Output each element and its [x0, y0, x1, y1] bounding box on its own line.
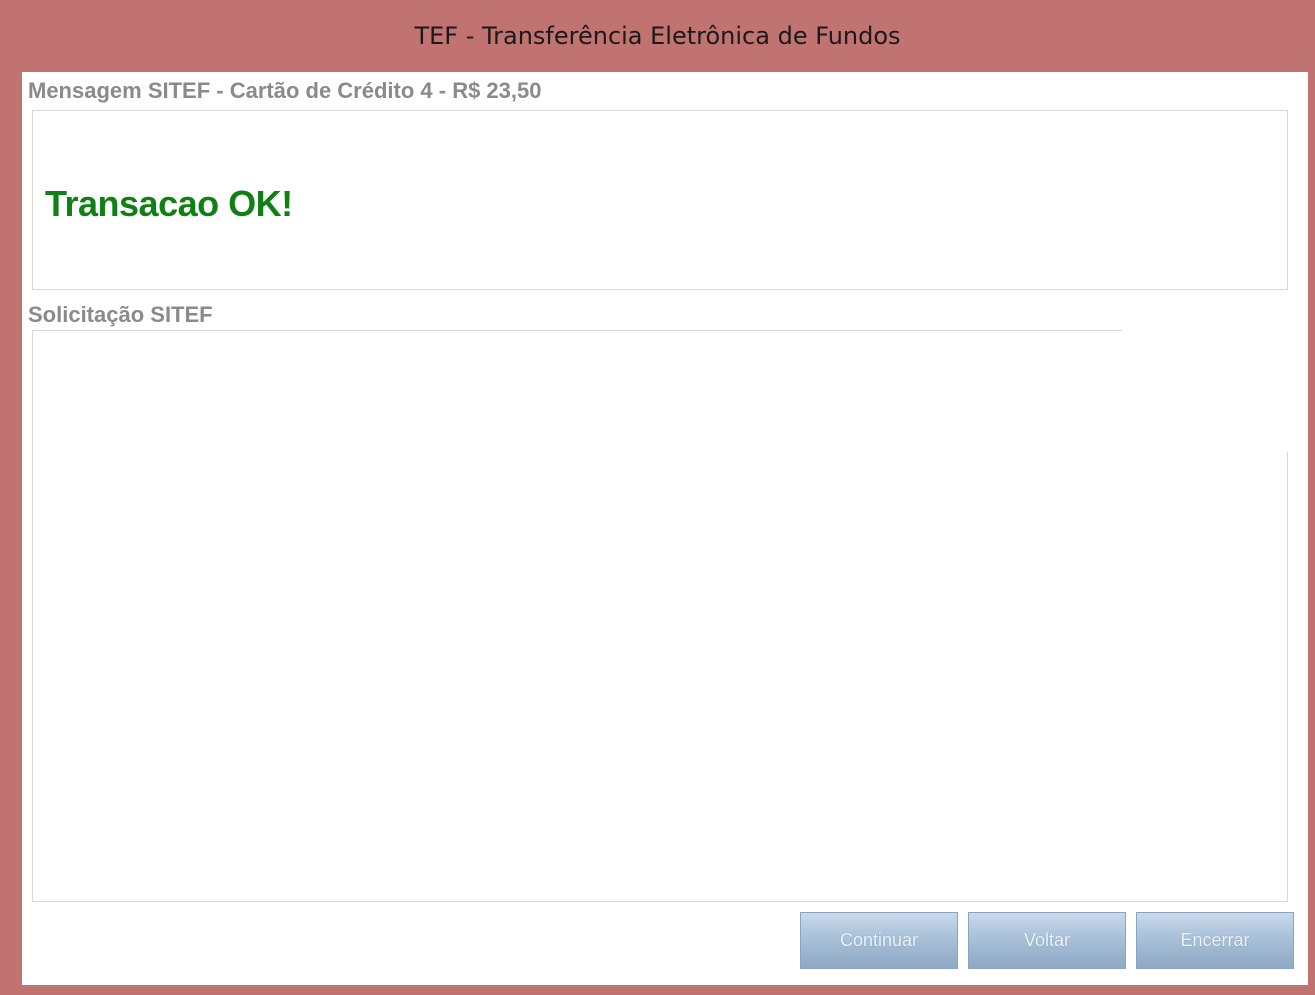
message-section-label: Mensagem SITEF - Cartão de Crédito 4 - R…	[28, 78, 542, 103]
dialog-body: Mensagem SITEF - Cartão de Crédito 4 - R…	[22, 72, 1308, 985]
continue-button[interactable]: Continuar	[800, 912, 958, 969]
back-button[interactable]: Voltar	[968, 912, 1126, 969]
window-title-bar[interactable]: TEF - Transferência Eletrônica de Fundos	[0, 0, 1315, 72]
finish-button-label: Encerrar	[1180, 930, 1250, 950]
request-panel-gap	[1286, 330, 1290, 452]
transaction-status-text: Transacao OK!	[45, 183, 293, 224]
window-title: TEF - Transferência Eletrônica de Fundos	[414, 22, 901, 50]
finish-button[interactable]: Encerrar	[1136, 912, 1294, 969]
continue-button-label: Continuar	[839, 930, 919, 950]
message-panel: Transacao OK!	[32, 110, 1288, 290]
request-panel-divider	[32, 330, 1122, 331]
back-button-label: Voltar	[1023, 930, 1071, 950]
request-panel	[32, 330, 1288, 902]
request-section-label: Solicitação SITEF	[28, 302, 213, 327]
